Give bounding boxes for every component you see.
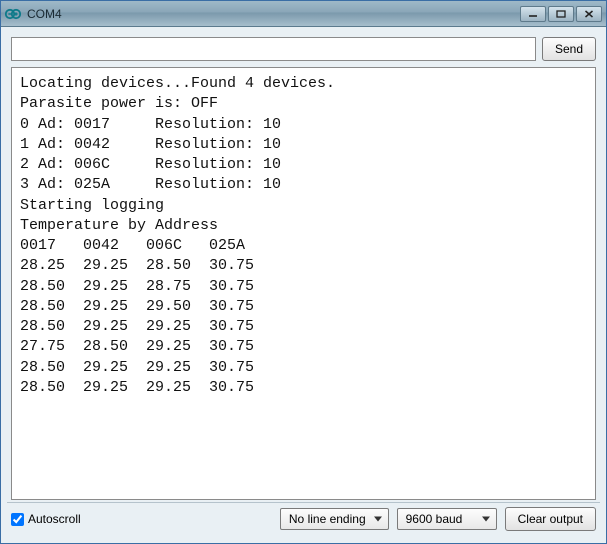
window-controls xyxy=(520,6,602,22)
chevron-down-icon xyxy=(374,517,382,522)
clear-output-button[interactable]: Clear output xyxy=(505,507,596,531)
baud-rate-select[interactable]: 9600 baud xyxy=(397,508,497,530)
maximize-button[interactable] xyxy=(548,6,574,22)
window-title: COM4 xyxy=(27,7,520,21)
line-ending-select[interactable]: No line ending xyxy=(280,508,389,530)
titlebar[interactable]: COM4 xyxy=(1,1,606,27)
close-button[interactable] xyxy=(576,6,602,22)
serial-input[interactable] xyxy=(11,37,536,61)
minimize-button[interactable] xyxy=(520,6,546,22)
autoscroll-wrap[interactable]: Autoscroll xyxy=(11,512,272,526)
autoscroll-checkbox[interactable] xyxy=(11,513,24,526)
send-button[interactable]: Send xyxy=(542,37,596,61)
window-frame: COM4 Send Locating devices...Found 4 dev… xyxy=(0,0,607,544)
client-area: Send Locating devices...Found 4 devices.… xyxy=(1,27,606,543)
send-row: Send xyxy=(7,33,600,65)
footer-bar: Autoscroll No line ending 9600 baud Clea… xyxy=(7,502,600,537)
chevron-down-icon xyxy=(482,517,490,522)
baud-rate-value: 9600 baud xyxy=(406,512,463,526)
autoscroll-label: Autoscroll xyxy=(28,512,81,526)
line-ending-value: No line ending xyxy=(289,512,366,526)
serial-output[interactable]: Locating devices...Found 4 devices. Para… xyxy=(11,67,596,500)
arduino-app-icon xyxy=(5,6,21,22)
